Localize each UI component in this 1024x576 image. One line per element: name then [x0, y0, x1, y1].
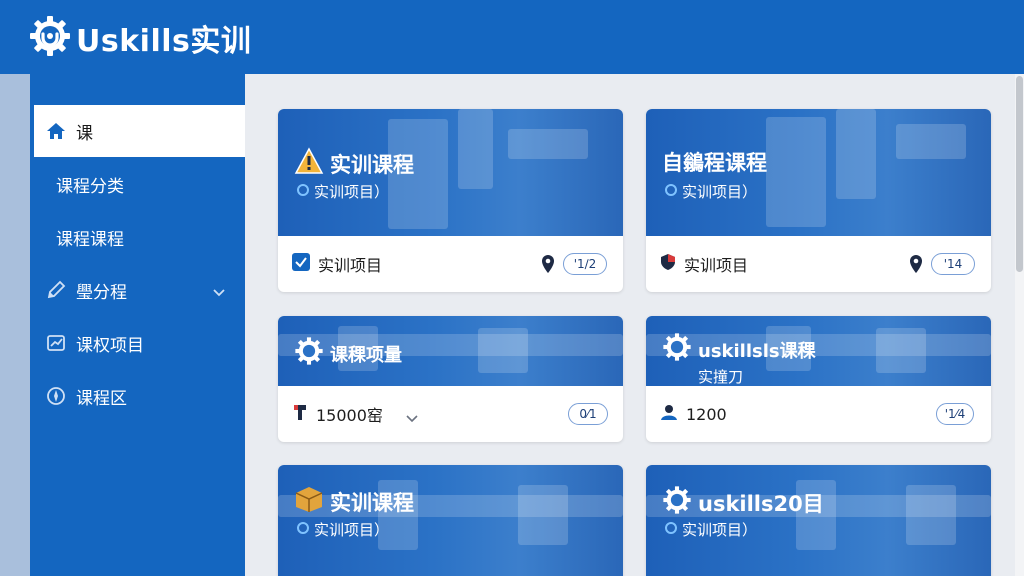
card-title: 自鶲程课程 — [662, 151, 767, 175]
box-icon — [294, 485, 324, 518]
card-banner: uskillsls课稞 实撞刀 — [646, 316, 991, 386]
sidebar-item-course-project[interactable]: 课权项目 — [34, 317, 245, 369]
sidebar-item-course-category[interactable]: 课程分类 — [34, 158, 245, 210]
course-card[interactable]: 课稞项量 15000窑 0⁄1 — [278, 316, 623, 442]
top-bar: Uskills实训 — [0, 0, 1024, 74]
sidebar-item-label: 课 — [76, 123, 93, 144]
card-title: 课稞项量 — [330, 344, 402, 366]
card-badge[interactable]: '1∕2 — [563, 253, 607, 275]
sidebar-item-home[interactable]: 课 — [34, 105, 245, 157]
gear-logo-icon — [28, 14, 72, 62]
card-banner: 实训课程 实训项目） — [278, 465, 623, 576]
course-card[interactable]: uskillsls课稞 实撞刀 1200 '1⁄4 — [646, 316, 991, 442]
compass-icon — [46, 386, 66, 406]
card-badge[interactable]: 0⁄1 — [568, 403, 608, 425]
chevron-down-icon[interactable] — [406, 408, 418, 427]
sidebar-item-label: 课程分类 — [56, 176, 124, 197]
course-card[interactable]: 自鶲程课程 实训项目） 实训项目 '14 — [646, 109, 991, 292]
pencil-icon — [46, 280, 66, 300]
hammer-icon — [292, 403, 308, 425]
sidebar-item-label: 课权项目 — [76, 335, 144, 356]
home-icon — [46, 121, 66, 141]
location-pin-icon — [540, 254, 556, 278]
refresh-icon — [296, 183, 310, 201]
card-footer-label: 15000窑 — [316, 406, 383, 425]
course-card[interactable]: 实训课程 实训项目） — [278, 465, 623, 576]
card-subtitle: 实训项目） — [682, 183, 758, 201]
card-footer-label: 实训项目 — [684, 256, 749, 275]
card-subtitle: 实训项目） — [314, 183, 390, 201]
refresh-icon — [664, 183, 678, 201]
card-badge[interactable]: '14 — [931, 253, 975, 275]
app-logo[interactable]: Uskills实训 — [28, 14, 251, 62]
card-subtitle: 实撞刀 — [698, 368, 744, 386]
card-title: uskills20目 — [698, 491, 824, 516]
location-pin-icon — [908, 254, 924, 278]
refresh-icon — [664, 521, 678, 539]
card-badge[interactable]: '1⁄4 — [936, 403, 974, 425]
left-edge-strip — [0, 74, 30, 576]
sidebar-item-label: 课程课程 — [56, 229, 124, 250]
chevron-down-icon[interactable] — [213, 282, 225, 302]
gear-icon — [294, 336, 324, 371]
card-title: 实训课程 — [330, 490, 414, 515]
course-card[interactable]: uskills20目 实训项目） — [646, 465, 991, 576]
refresh-icon — [296, 521, 310, 539]
gear-icon — [662, 485, 692, 520]
card-banner: uskills20目 实训项目） — [646, 465, 991, 576]
user-icon — [660, 403, 678, 425]
card-banner: 课稞项量 — [278, 316, 623, 386]
scrollbar-thumb[interactable] — [1016, 76, 1023, 272]
card-subtitle: 实训项目） — [682, 521, 758, 539]
card-footer-label: 实训项目 — [318, 256, 383, 275]
checkbox-icon[interactable] — [292, 253, 310, 275]
sidebar-item-course-area[interactable]: 课程区 — [34, 370, 245, 422]
card-banner: 自鶲程课程 实训项目） — [646, 109, 991, 236]
sidebar: 课 课程分类 课程课程 璺分程 课权项目 课程区 — [30, 74, 245, 576]
card-title: uskillsls课稞 — [698, 340, 816, 362]
gear-icon — [662, 332, 692, 367]
sidebar-item-course-list[interactable]: 课程课程 — [34, 211, 245, 263]
sidebar-item-label: 璺分程 — [76, 282, 127, 303]
chart-icon — [46, 333, 66, 353]
logo-text: Uskills实训 — [76, 24, 252, 59]
shield-icon — [660, 253, 676, 275]
card-subtitle: 实训项目） — [314, 521, 390, 539]
sidebar-item-course-group[interactable]: 璺分程 — [34, 264, 245, 316]
warning-triangle-icon — [294, 147, 324, 180]
card-footer-label: 1200 — [686, 404, 727, 424]
card-title: 实训课程 — [330, 152, 414, 177]
card-banner: 实训课程 实训项目） — [278, 109, 623, 236]
course-card[interactable]: 实训课程 实训项目） 实训项目 '1∕2 — [278, 109, 623, 292]
sidebar-item-label: 课程区 — [76, 388, 127, 409]
